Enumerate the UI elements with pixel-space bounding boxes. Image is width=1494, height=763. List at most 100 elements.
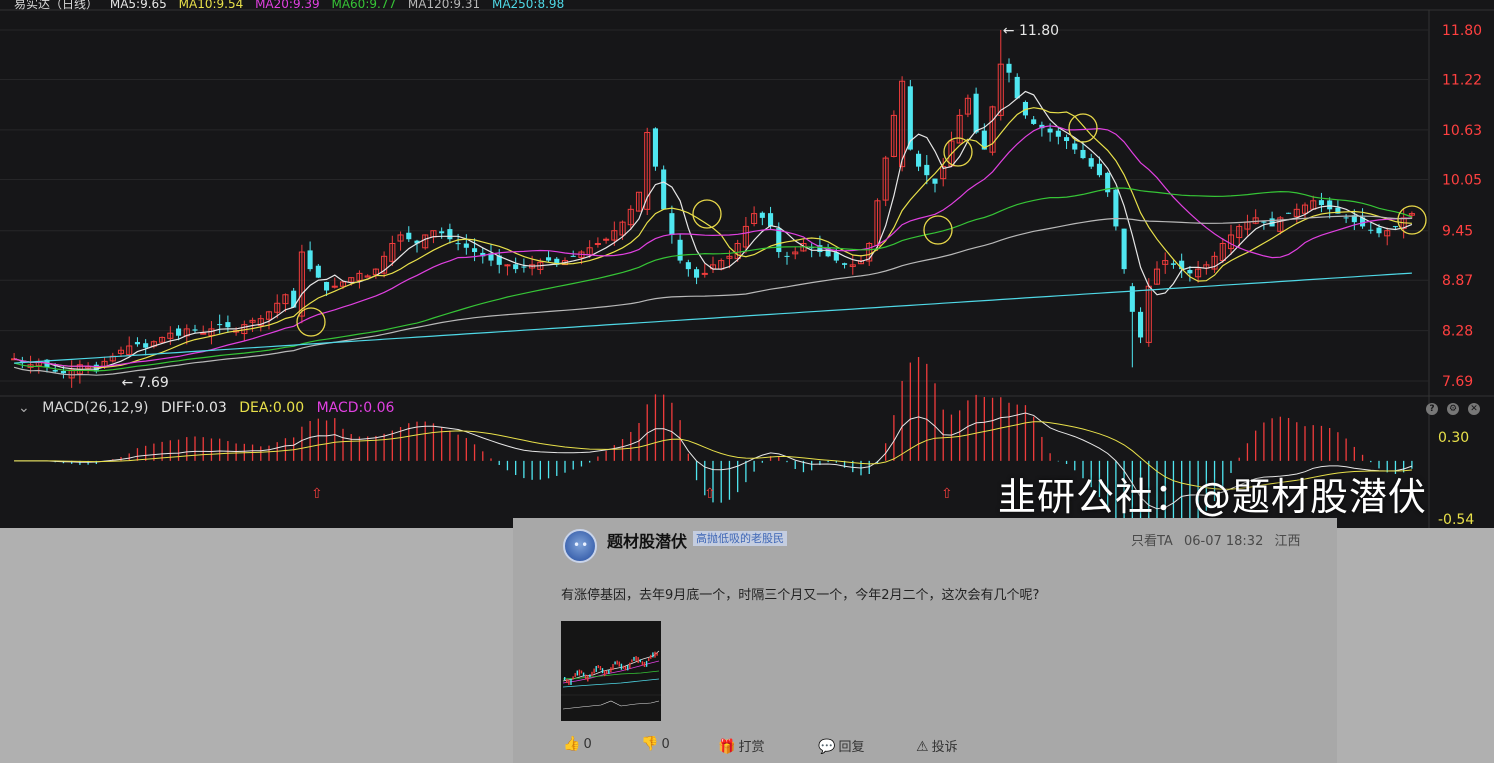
help-icon[interactable]: ? bbox=[1426, 403, 1438, 415]
candle-body bbox=[307, 250, 313, 270]
candle-body bbox=[1138, 311, 1144, 338]
report-button[interactable]: ⚠ 投诉 bbox=[916, 736, 958, 755]
ma60-line bbox=[13, 187, 1413, 372]
thumbnail-candle bbox=[591, 671, 593, 676]
macd-value: MACD:0.06 bbox=[316, 400, 395, 416]
candle-body bbox=[603, 238, 610, 241]
thumbnail-candle bbox=[627, 665, 629, 671]
author-name[interactable]: 题材股潜伏 bbox=[607, 528, 687, 552]
close-icon[interactable]: ✕ bbox=[1468, 403, 1480, 415]
thumbnail-candle bbox=[610, 667, 612, 673]
chevron-down-icon[interactable]: ⌄ bbox=[18, 400, 30, 416]
candle-body bbox=[1113, 189, 1119, 227]
ma60-legend: MA60:9.77 bbox=[331, 0, 397, 11]
reply-button[interactable]: 💬 回复 bbox=[818, 736, 864, 755]
candle-body bbox=[759, 212, 765, 218]
post-text: 有涨停基因，去年9月底一个，时隔三个月又一个，今年2月二个，这次会有几个呢? bbox=[561, 588, 1040, 603]
candle-body bbox=[315, 265, 321, 278]
warning-icon: ⚠ bbox=[916, 739, 929, 755]
thumbnail-candle bbox=[618, 661, 620, 667]
stock-chart-panel[interactable]: 11.80 11.22 10.63 10.05 9.45 8.87 8.28 7.69 ← 11… bbox=[0, 0, 1494, 528]
post-location: 江西 bbox=[1274, 534, 1301, 549]
candle-body bbox=[1286, 212, 1292, 214]
thumbnail-candle bbox=[612, 663, 614, 670]
thumbnail-candle bbox=[614, 661, 616, 665]
candle-body bbox=[521, 266, 527, 268]
candle-body bbox=[1080, 149, 1086, 159]
thumbnail-candle bbox=[580, 670, 583, 674]
thumbs-down-icon: 👎 bbox=[641, 736, 659, 752]
ma120-line bbox=[13, 215, 1412, 376]
only-view-link[interactable]: 只看TA bbox=[1131, 534, 1173, 549]
thumbnail-candle bbox=[599, 666, 602, 671]
candle-body bbox=[776, 228, 782, 253]
candle-body bbox=[1187, 270, 1193, 274]
price-tick-label: 7.69 bbox=[1442, 374, 1473, 390]
candle-body bbox=[52, 370, 58, 372]
candle-body bbox=[1376, 227, 1382, 234]
candle-body bbox=[1072, 143, 1078, 150]
candle-body bbox=[932, 178, 938, 184]
candle-body bbox=[504, 264, 511, 267]
thumbnail-candle bbox=[570, 678, 572, 685]
thumbnail-candle bbox=[631, 659, 633, 663]
candle-body bbox=[143, 343, 149, 348]
thumbnail-candle bbox=[587, 675, 589, 682]
thumbnail-candle bbox=[620, 663, 623, 670]
price-tick-label: 10.05 bbox=[1442, 172, 1482, 188]
candle-body bbox=[685, 262, 691, 270]
thumbnail-candle bbox=[633, 656, 635, 661]
candle-body bbox=[1368, 229, 1374, 231]
macd-name: MACD(26,12,9) bbox=[42, 400, 149, 416]
gear-icon[interactable]: ⚙ bbox=[1447, 403, 1459, 415]
thumbs-up-icon: 👍 bbox=[563, 736, 581, 752]
chart-thumbnail-image[interactable] bbox=[561, 621, 661, 721]
like-button[interactable]: 👍 0 bbox=[563, 736, 592, 752]
thumbnail-candle bbox=[601, 668, 604, 674]
candle-body bbox=[768, 213, 774, 227]
ma20-legend: MA20:9.39 bbox=[255, 0, 320, 11]
annotation-circle bbox=[1397, 205, 1427, 235]
candle-body bbox=[1006, 63, 1012, 73]
annotation-circle bbox=[1068, 113, 1098, 143]
candle-body bbox=[134, 342, 140, 345]
candle-body bbox=[439, 231, 445, 234]
price-tick-label: 11.22 bbox=[1442, 73, 1482, 89]
thumbnail-candle bbox=[582, 672, 585, 677]
thumbnail-candle bbox=[635, 656, 637, 662]
thumbnail-candle bbox=[606, 670, 608, 674]
reward-button[interactable]: 🎁 打赏 bbox=[718, 736, 764, 755]
candlestick-chart[interactable]: 11.80 11.22 10.63 10.05 9.45 8.87 8.28 7.69 ← 11… bbox=[0, 0, 1494, 528]
author-badge: 高抛低吸的老股民 bbox=[693, 531, 787, 546]
comment-icon: 💬 bbox=[818, 739, 836, 755]
candle-body bbox=[447, 229, 453, 240]
thumbnail-candle bbox=[616, 660, 618, 665]
candle-body bbox=[1096, 163, 1102, 176]
candle-body bbox=[463, 243, 469, 248]
candle-body bbox=[1170, 263, 1176, 265]
candle-body bbox=[677, 239, 683, 261]
candle-body bbox=[1047, 128, 1053, 133]
high-marker: ← 11.80 bbox=[1003, 23, 1059, 39]
annotation-circle bbox=[943, 137, 973, 167]
candle-body bbox=[324, 281, 330, 291]
candle-body bbox=[924, 164, 930, 176]
thumbnail-candle bbox=[608, 669, 610, 674]
candle-body bbox=[546, 257, 552, 261]
candle-body bbox=[1343, 217, 1349, 219]
ma10-line bbox=[13, 107, 1412, 369]
dislike-button[interactable]: 👎 0 bbox=[641, 736, 670, 752]
signal-arrow-icon: ⇧ bbox=[311, 486, 323, 502]
thumbnail-candle bbox=[637, 657, 639, 664]
ma250-legend: MA250:8.98 bbox=[491, 0, 565, 11]
thumbnail-chart bbox=[561, 650, 661, 710]
thumbnail-candle bbox=[603, 670, 606, 677]
thumbnail-candle bbox=[648, 658, 650, 662]
candle-body bbox=[217, 324, 223, 326]
candle-body bbox=[594, 243, 601, 246]
candle-body bbox=[472, 248, 478, 253]
candle-body bbox=[176, 328, 182, 336]
avatar[interactable] bbox=[563, 529, 597, 563]
low-marker: ← 7.69 bbox=[121, 375, 168, 391]
candle-body bbox=[694, 269, 700, 278]
